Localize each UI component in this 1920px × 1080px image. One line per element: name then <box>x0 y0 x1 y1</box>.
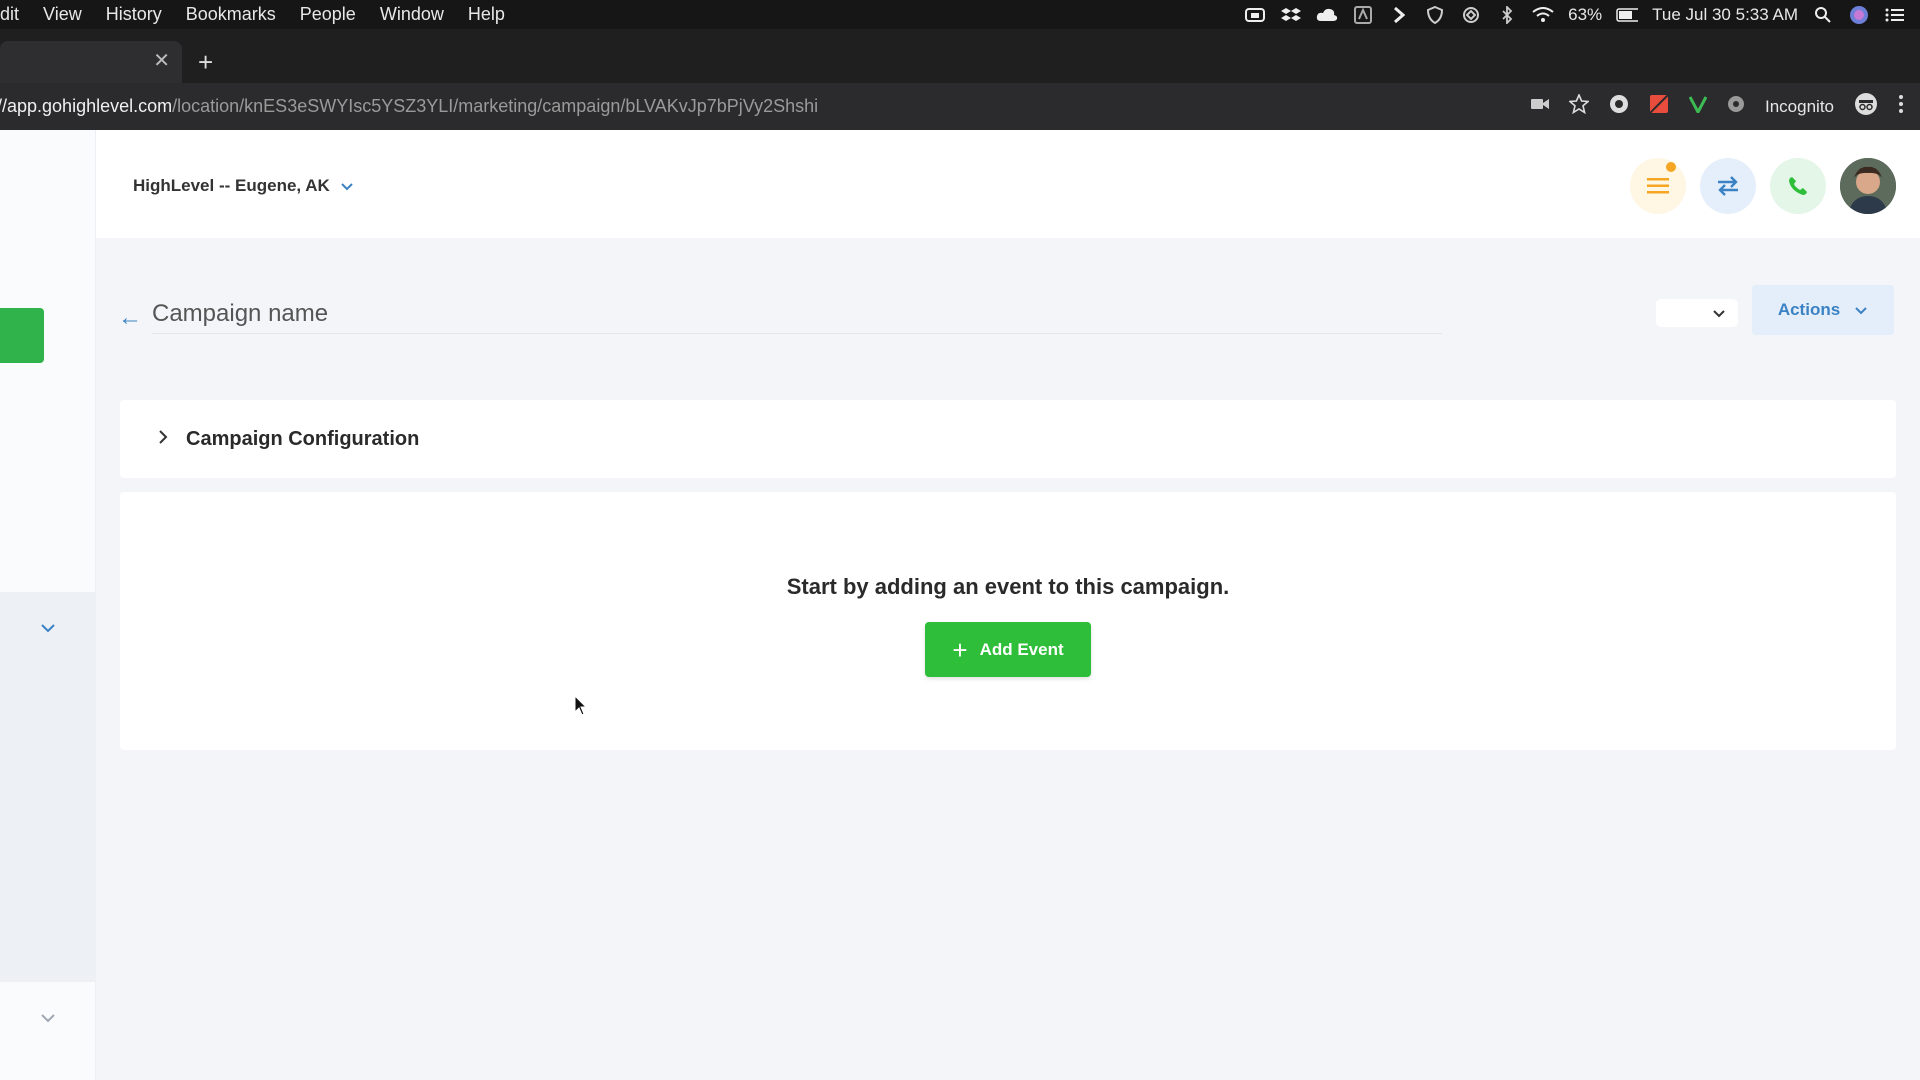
close-tab-icon[interactable]: ✕ <box>153 51 170 71</box>
location-switcher[interactable]: HighLevel -- Eugene, AK <box>133 176 354 196</box>
url-field[interactable]: ://app.gohighlevel.com/location/knES3eSW… <box>0 96 818 117</box>
menu-window[interactable]: Window <box>368 0 456 29</box>
extension-flag-icon[interactable] <box>1649 94 1669 119</box>
chevron-down-icon[interactable] <box>40 620 56 638</box>
chevron-right-icon <box>158 429 168 450</box>
app-store-icon[interactable] <box>1352 5 1374 24</box>
menu-people[interactable]: People <box>288 0 368 29</box>
bookmark-star-icon[interactable] <box>1568 92 1590 119</box>
plus-icon: + <box>952 634 968 665</box>
menu-history[interactable]: History <box>94 0 174 29</box>
events-empty-state: Start by adding an event to this campaig… <box>120 492 1896 750</box>
campaign-configuration-panel[interactable]: Campaign Configuration <box>120 400 1896 478</box>
hexagon-icon[interactable] <box>1460 6 1482 24</box>
notification-dot <box>1666 162 1676 172</box>
menu-edit[interactable]: dit <box>0 0 31 29</box>
empty-state-message: Start by adding an event to this campaig… <box>786 574 1230 599</box>
camera-icon[interactable] <box>1531 97 1549 116</box>
url-host: ://app.gohighlevel.com <box>0 96 173 116</box>
browser-tab-strip: ✕ + <box>0 29 1920 83</box>
actions-dropdown-button[interactable]: Actions <box>1752 285 1894 335</box>
siri-icon[interactable] <box>1848 5 1870 24</box>
status-area: 63% Tue Jul 30 5:33 AM <box>1244 0 1906 29</box>
campaign-configuration-title: Campaign Configuration <box>186 427 420 450</box>
sidebar-green-button[interactable] <box>0 308 44 363</box>
sidebar-section <box>0 592 96 982</box>
campaign-name-input[interactable]: Campaign name <box>152 294 1442 334</box>
chevron-down-icon <box>1855 306 1867 314</box>
campaign-header: ← Campaign name Actions <box>118 285 1894 342</box>
mouse-cursor-icon <box>574 695 588 716</box>
battery-icon[interactable] <box>1616 6 1639 24</box>
notification-center-icon[interactable] <box>1884 6 1906 24</box>
actions-label: Actions <box>1777 300 1841 319</box>
wifi-icon[interactable] <box>1532 6 1554 24</box>
phone-icon <box>1789 177 1807 195</box>
browser-menu-icon[interactable] <box>1898 94 1904 119</box>
new-tab-button[interactable]: + <box>198 49 213 75</box>
extension-circle-icon[interactable] <box>1609 94 1629 119</box>
browser-tab-active[interactable]: ✕ <box>0 41 182 83</box>
menu-view[interactable]: View <box>31 0 94 29</box>
shield-icon[interactable] <box>1424 5 1446 24</box>
incognito-icon[interactable] <box>1854 92 1878 121</box>
bluetooth-icon[interactable] <box>1496 5 1518 24</box>
url-path: /location/knES3eSWYIsc5YSZ3YLI/marketing… <box>172 96 819 116</box>
extension-v-icon[interactable] <box>1688 95 1708 118</box>
chevron-down-icon <box>340 176 354 196</box>
status-dropdown[interactable] <box>1656 299 1738 327</box>
swap-arrows-icon <box>1718 176 1738 196</box>
dropbox-icon[interactable] <box>1280 6 1302 24</box>
user-avatar[interactable] <box>1840 158 1896 214</box>
list-icon <box>1647 178 1669 194</box>
app-top-bar: HighLevel -- Eugene, AK <box>96 130 1920 238</box>
cloud-icon[interactable] <box>1316 6 1338 24</box>
battery-percent: 63% <box>1568 4 1603 24</box>
chevron-right-icon[interactable] <box>1388 6 1410 24</box>
app-menu: dit View History Bookmarks People Window… <box>0 0 517 29</box>
switch-button[interactable] <box>1700 158 1756 214</box>
spotlight-search-icon[interactable] <box>1812 6 1834 24</box>
browser-address-bar: ://app.gohighlevel.com/location/knES3eSW… <box>0 83 1920 130</box>
add-event-label: Add Event <box>979 639 1064 659</box>
screen-record-icon[interactable] <box>1244 6 1266 24</box>
menu-help[interactable]: Help <box>456 0 517 29</box>
chevron-down-icon[interactable] <box>40 1010 56 1028</box>
sidebar <box>0 130 96 1080</box>
location-name: HighLevel -- Eugene, AK <box>133 176 330 195</box>
menu-bookmarks[interactable]: Bookmarks <box>174 0 288 29</box>
notes-button[interactable] <box>1630 158 1686 214</box>
back-arrow-icon[interactable]: ← <box>118 304 142 332</box>
extension-dot-icon[interactable] <box>1727 95 1745 118</box>
app-container: HighLevel -- Eugene, AK ← Campaign name <box>0 130 1920 1080</box>
macos-menubar: dit View History Bookmarks People Window… <box>0 0 1920 29</box>
incognito-label: Incognito <box>1765 96 1834 116</box>
chevron-down-icon <box>1713 309 1725 317</box>
phone-button[interactable] <box>1770 158 1826 214</box>
topbar-actions <box>1630 158 1896 214</box>
add-event-button[interactable]: + Add Event <box>925 622 1091 677</box>
clock[interactable]: Tue Jul 30 5:33 AM <box>1652 5 1798 25</box>
browser-toolbar-right: Incognito <box>1531 83 1904 130</box>
